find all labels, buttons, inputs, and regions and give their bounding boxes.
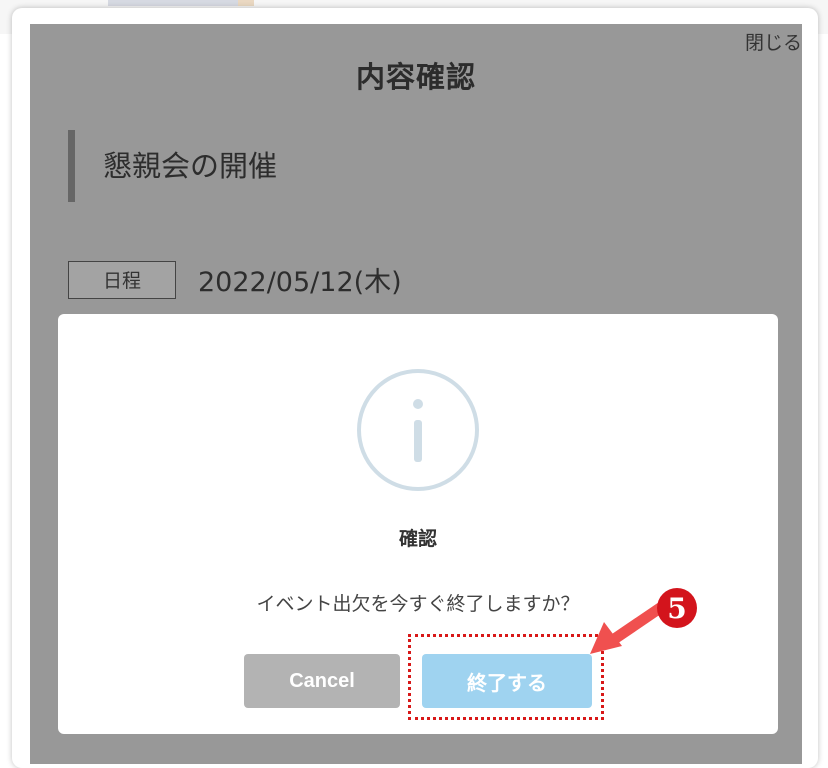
highlight-box	[408, 634, 604, 720]
schedule-date: 2022/05/12(木)	[198, 267, 402, 298]
dialog-title: 確認	[398, 528, 437, 550]
close-button[interactable]: 閉じる	[745, 28, 802, 55]
info-icon	[357, 369, 479, 491]
background-tab	[108, 0, 238, 6]
schedule-row: 日程 2022/05/12(木)	[68, 260, 402, 299]
step-number-badge: 5	[657, 588, 697, 628]
event-title: 懇親会の開催	[68, 130, 277, 202]
pointer-arrow-icon	[590, 602, 666, 654]
sheet-title: 内容確認	[355, 60, 476, 94]
cancel-button[interactable]: Cancel	[244, 654, 400, 708]
schedule-label: 日程	[68, 260, 176, 299]
background-tab-accent	[238, 0, 254, 6]
